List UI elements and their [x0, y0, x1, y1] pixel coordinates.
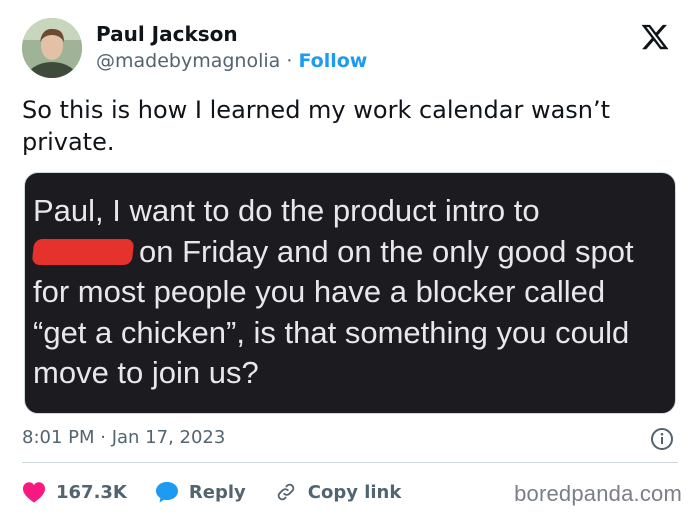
handle-separator: · [286, 50, 293, 72]
link-icon [277, 483, 294, 501]
tweet-image[interactable]: Paul, I want to do the product intro to … [24, 172, 676, 414]
message-line-1: Paul, I want to do the product intro to [33, 193, 540, 228]
image-message-text: Paul, I want to do the product intro to … [31, 191, 669, 394]
like-button[interactable]: 167.3K [22, 481, 127, 503]
reply-button[interactable]: Reply [155, 481, 246, 503]
message-line-4: “get a chicken”, is that something you c… [33, 314, 630, 350]
redaction-mark [31, 238, 135, 265]
message-line-5: move to join us? [33, 355, 259, 390]
avatar-photo-icon [22, 18, 82, 78]
copy-link-label: Copy link [307, 481, 402, 503]
heart-icon [23, 482, 45, 503]
follow-button[interactable]: Follow [298, 50, 367, 72]
tweet-text: So this is how I learned my work calenda… [22, 96, 611, 156]
avatar[interactable] [22, 18, 82, 78]
divider [22, 462, 678, 463]
message-line-2-text: on Friday and on the only good spot [139, 233, 634, 269]
author-handle-row: @madebymagnolia · Follow [96, 50, 367, 72]
tweet-timestamp[interactable]: 8:01 PM · Jan 17, 2023 [22, 427, 225, 448]
message-line-2: on Friday and on the only good spot [31, 232, 669, 273]
watermark: boredpanda.com [514, 481, 682, 506]
tweet-actions: 167.3K Reply Copy link [22, 478, 429, 506]
reply-bubble-icon [155, 482, 178, 503]
info-icon[interactable] [650, 427, 674, 451]
copy-link-button[interactable]: Copy link [274, 481, 402, 503]
author-name[interactable]: Paul Jackson [96, 22, 238, 46]
x-logo-icon[interactable] [640, 22, 670, 52]
like-count: 167.3K [56, 481, 127, 503]
message-line-3: for most people you have a blocker calle… [33, 274, 606, 309]
author-handle[interactable]: @madebymagnolia [96, 50, 280, 72]
reply-label: Reply [188, 481, 246, 503]
